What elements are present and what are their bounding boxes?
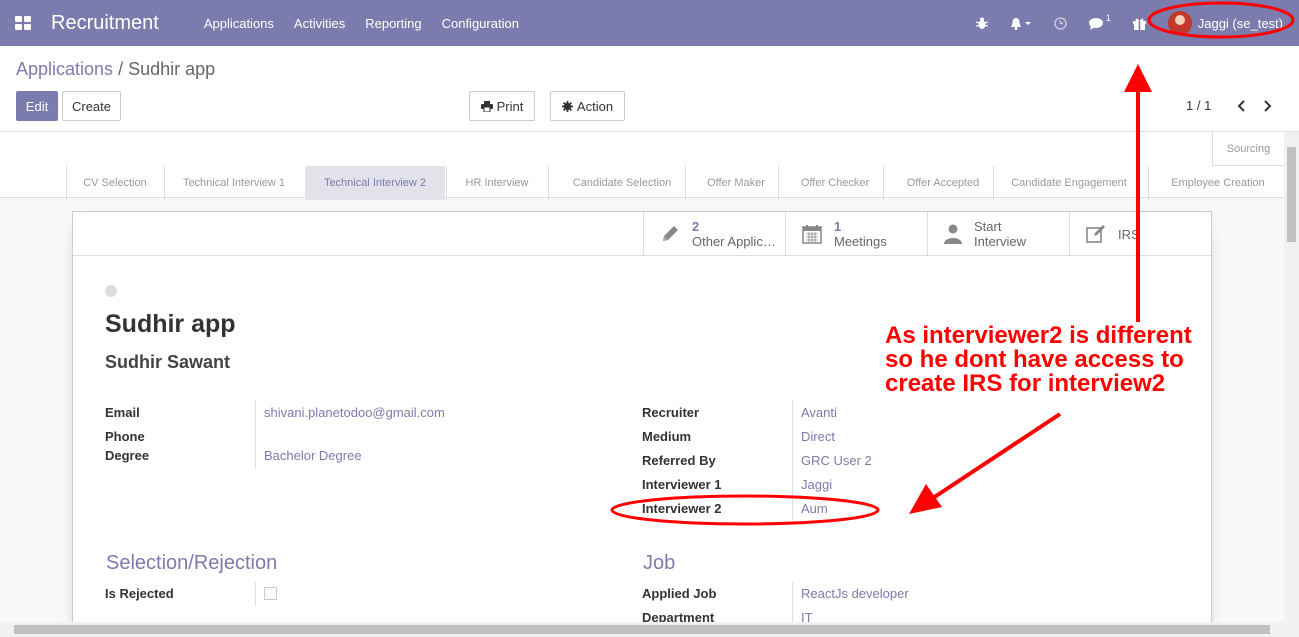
email-value[interactable]: shivani.planetodoo@gmail.com [264, 405, 445, 420]
action-label: Action [576, 98, 614, 114]
bug-icon[interactable] [975, 17, 988, 30]
bell-icon[interactable] [1010, 17, 1032, 30]
gear-icon [561, 100, 573, 112]
vertical-scrollbar[interactable] [1284, 132, 1299, 622]
phone-label: Phone [105, 429, 145, 444]
stage-offer-accepted[interactable]: Offer Accepted [883, 166, 1003, 200]
breadcrumb-applications-link[interactable]: Applications [16, 59, 113, 79]
user-menu[interactable]: Jaggi (se_test) [1167, 11, 1283, 35]
field-divider [792, 400, 793, 520]
top-navbar: Recruitment Applications Activities Repo… [0, 0, 1299, 46]
is-rejected-checkbox[interactable] [264, 587, 277, 600]
print-button[interactable]: Print [469, 91, 535, 121]
user-name: Jaggi (se_test) [1197, 15, 1283, 31]
other-applications-count: 2 [692, 219, 700, 234]
irs-button[interactable]: IRS [1069, 212, 1211, 256]
user-icon [944, 224, 962, 244]
clock-icon[interactable] [1053, 16, 1067, 30]
stage-candidate-engagement[interactable]: Candidate Engagement [993, 166, 1145, 200]
calendar-icon [802, 225, 822, 244]
menu-applications[interactable]: Applications [204, 16, 274, 31]
record-title: Sudhir app [105, 310, 236, 338]
applied-job-label: Applied Job [642, 586, 717, 601]
is-rejected-label: Is Rejected [105, 586, 174, 601]
stage-hr-interview[interactable]: HR Interview [446, 166, 548, 200]
menu-configuration[interactable]: Configuration [442, 16, 519, 31]
partner-name: Sudhir Sawant [105, 352, 231, 372]
app-brand[interactable]: Recruitment [51, 12, 159, 35]
pencil-icon [663, 226, 678, 241]
chat-count-badge: 1 [1105, 13, 1111, 23]
interviewer-1-value[interactable]: Jaggi [801, 477, 832, 492]
print-icon [480, 100, 493, 112]
menu-reporting[interactable]: Reporting [365, 16, 421, 31]
create-button[interactable]: Create [62, 91, 121, 121]
meetings-button[interactable]: 1 Meetings [785, 212, 927, 256]
degree-value[interactable]: Bachelor Degree [264, 448, 362, 463]
chevron-right-icon[interactable] [1260, 96, 1276, 116]
chevron-left-icon[interactable] [1233, 96, 1249, 116]
annotation-line-1: As interviewer2 is different [885, 322, 1192, 349]
start-interview-button[interactable]: Start Interview [927, 212, 1069, 256]
email-label: Email [105, 405, 140, 420]
irs-label: IRS [1118, 226, 1140, 242]
sourcing-filter[interactable]: Sourcing [1212, 132, 1284, 166]
stage-candidate-selection[interactable]: Candidate Selection [548, 166, 696, 200]
pager-value[interactable]: 1 / 1 [1186, 98, 1211, 113]
annotation-note: As interviewer2 is different so he dont … [885, 324, 1225, 396]
stage-employee-creation[interactable]: Employee Creation [1148, 166, 1288, 200]
start-interview-line1: Start [974, 219, 1002, 234]
referred-by-value[interactable]: GRC User 2 [801, 453, 872, 468]
recruiter-value[interactable]: Avanti [801, 405, 837, 420]
field-divider [255, 400, 256, 468]
print-label: Print [496, 98, 524, 114]
edit-square-icon [1086, 225, 1105, 243]
chat-icon[interactable]: 1 [1088, 13, 1111, 30]
breadcrumb-separator: / [118, 59, 124, 79]
stage-technical-interview-2[interactable]: Technical Interview 2 [305, 166, 445, 200]
annotation-line-3: create IRS for interview2 [885, 370, 1166, 397]
start-interview-line2: Interview [974, 234, 1027, 249]
apps-menu-icon[interactable] [0, 0, 46, 46]
menu-activities[interactable]: Activities [294, 16, 345, 31]
interviewer-2-label: Interviewer 2 [642, 501, 722, 516]
kanban-state-dot[interactable] [105, 285, 117, 297]
breadcrumb: Applications / Sudhir app [16, 59, 215, 80]
referred-by-label: Referred By [642, 453, 716, 468]
job-heading: Job [643, 552, 676, 574]
form-sheet: 2 Other Applic… 1 Meetings Start Interview … [72, 211, 1212, 637]
smart-button-box: 2 Other Applic… 1 Meetings Start Interview … [73, 212, 1211, 256]
avatar [1167, 11, 1192, 35]
interviewer-2-value[interactable]: Aum [801, 501, 828, 516]
other-applications-label: Other Applic… [692, 234, 776, 249]
medium-label: Medium [642, 429, 692, 444]
breadcrumb-current: Sudhir app [128, 59, 216, 79]
applied-job-value[interactable]: ReactJs developer [801, 586, 909, 601]
horizontal-scrollbar[interactable] [0, 622, 1299, 637]
interviewer-1-label: Interviewer 1 [642, 477, 722, 492]
stage-technical-interview-1[interactable]: Technical Interview 1 [164, 166, 304, 200]
medium-value[interactable]: Direct [801, 429, 835, 444]
edit-button[interactable]: Edit [16, 91, 58, 121]
other-applications-button[interactable]: 2 Other Applic… [643, 212, 785, 256]
field-divider [255, 582, 256, 606]
selection-rejection-heading: Selection/Rejection [106, 552, 278, 574]
meetings-count: 1 [834, 219, 842, 234]
gift-icon[interactable] [1132, 17, 1146, 30]
annotation-line-2: so he dont have access to [885, 346, 1184, 373]
stage-offer-checker[interactable]: Offer Checker [778, 166, 892, 200]
degree-label: Degree [105, 448, 150, 463]
action-button[interactable]: Action [550, 91, 625, 121]
stage-statusbar: Sourcing CV Selection Technical Intervie… [0, 132, 1284, 200]
recruiter-label: Recruiter [642, 405, 700, 420]
control-panel: Applications / Sudhir app Edit Create Pr… [0, 46, 1299, 132]
stage-offer-maker[interactable]: Offer Maker [685, 166, 787, 200]
meetings-label: Meetings [834, 234, 887, 249]
stage-cv-selection[interactable]: CV Selection [66, 166, 164, 200]
